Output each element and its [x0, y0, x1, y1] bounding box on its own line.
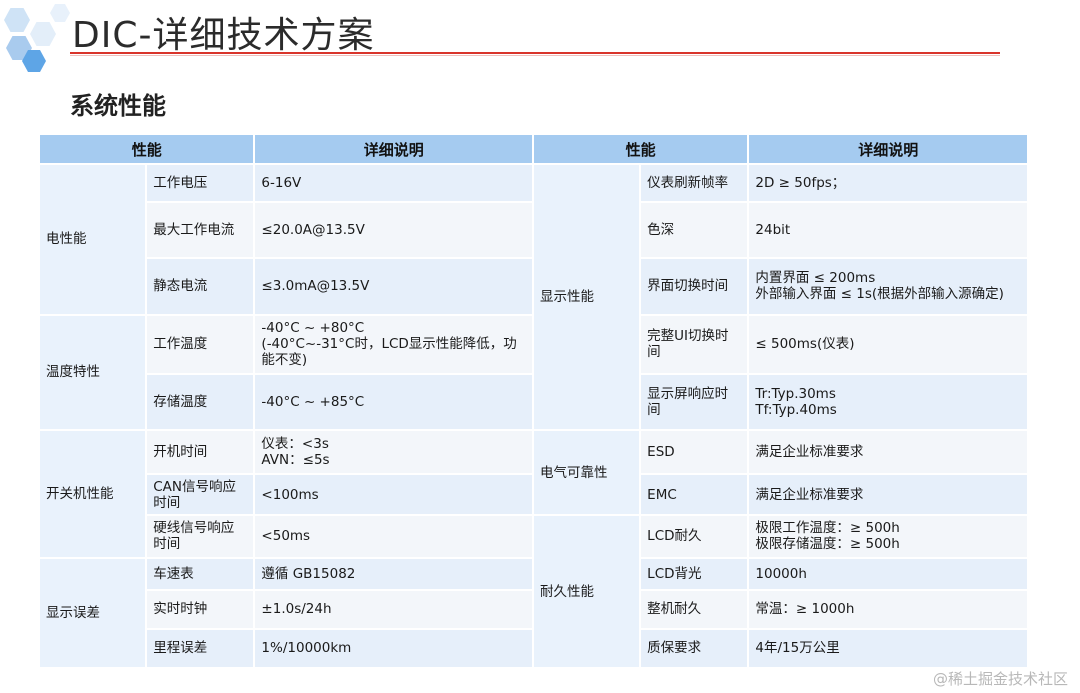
item-name-cell: ESD [641, 431, 748, 474]
item-desc-cell: -40°C ~ +80°C (-40°C~-31°C时，LCD显示性能降低，功能不… [255, 315, 532, 373]
category-cell: 电气可靠性 [533, 431, 640, 515]
item-name-cell: 静态电流 [147, 259, 254, 314]
item-desc-cell: -40°C ~ +85°C [255, 374, 532, 430]
section-title: 系统性能 [70, 92, 166, 120]
item-name-cell: 实时时钟 [147, 590, 254, 628]
header-detail-left: 详细说明 [255, 135, 532, 163]
item-name-cell: EMC [641, 475, 748, 515]
item-name-cell: 显示屏响应时间 [641, 374, 748, 430]
item-desc-cell: 极限工作温度：≥ 500h 极限存储温度：≥ 500h [749, 516, 1027, 557]
item-desc-cell: ≤20.0A@13.5V [255, 203, 532, 258]
item-name-cell: 质保要求 [641, 629, 748, 667]
item-name-cell: 车速表 [147, 558, 254, 589]
item-name-cell: 仪表刷新帧率 [641, 165, 748, 202]
item-name-cell: 开机时间 [147, 431, 254, 474]
item-desc-cell: 常温：≥ 1000h [749, 590, 1027, 628]
table-body: 电性能 工作电压 6-16V 显示性能 仪表刷新帧率 2D ≥ 50fps； 最大工作电流 ≤… [40, 165, 1027, 667]
header-performance-left: 性能 [40, 135, 254, 163]
item-name-cell: 工作温度 [147, 315, 254, 373]
item-desc-cell: 遵循 GB15082 [255, 558, 532, 589]
category-cell: 显示误差 [40, 558, 146, 667]
item-name-cell: 存储温度 [147, 374, 254, 430]
hexagon-decoration [4, 8, 30, 32]
category-cell: 耐久性能 [533, 516, 640, 667]
category-cell: 开关机性能 [40, 431, 146, 557]
item-desc-cell: Tr:Typ.30ms Tf:Typ.40ms [749, 374, 1027, 430]
hexagon-decoration [50, 4, 70, 22]
item-desc-cell: 满足企业标准要求 [749, 431, 1027, 474]
header-detail-right: 详细说明 [749, 135, 1027, 163]
item-desc-cell: ≤ 500ms(仪表) [749, 315, 1027, 373]
item-name-cell: LCD耐久 [641, 516, 748, 557]
category-cell: 温度特性 [40, 315, 146, 430]
item-desc-cell: 满足企业标准要求 [749, 475, 1027, 515]
item-desc-cell: 10000h [749, 558, 1027, 589]
table-row: 开关机性能 开机时间 仪表：<3s AVN：≤5s 电气可靠性 ESD 满足企业标准要求 [40, 431, 1027, 557]
item-name-cell: 工作电压 [147, 165, 254, 202]
item-desc-cell: 1%/10000km [255, 629, 532, 667]
item-desc-cell: ≤3.0mA@13.5V [255, 259, 532, 314]
header-performance-right: 性能 [533, 135, 748, 163]
item-name-cell: 界面切换时间 [641, 259, 748, 314]
category-cell: 电性能 [40, 165, 146, 314]
slide-title: DIC-详细技术方案 [72, 15, 375, 56]
item-name-cell: CAN信号响应 时间 [147, 475, 254, 515]
item-name-cell: 整机耐久 [641, 590, 748, 628]
category-cell: 显示性能 [533, 165, 640, 430]
item-name-cell: 硬线信号响应 时间 [147, 516, 254, 557]
item-name-cell: LCD背光 [641, 558, 748, 589]
item-desc-cell: 2D ≥ 50fps； [749, 165, 1027, 202]
item-desc-cell: 仪表：<3s AVN：≤5s [255, 431, 532, 474]
title-underline [70, 52, 1000, 54]
item-desc-cell: 24bit [749, 203, 1027, 258]
item-desc-cell: <100ms [255, 475, 532, 515]
item-name-cell: 里程误差 [147, 629, 254, 667]
table-header-row: 性能 详细说明 性能 详细说明 [40, 135, 1027, 163]
item-desc-cell: ±1.0s/24h [255, 590, 532, 628]
item-desc-cell: <50ms [255, 516, 532, 557]
table-row: 电性能 工作电压 6-16V 显示性能 仪表刷新帧率 2D ≥ 50fps； [40, 165, 1027, 430]
item-name-cell: 最大工作电流 [147, 203, 254, 258]
item-name-cell: 色深 [641, 203, 748, 258]
watermark: @稀土掘金技术社区 [932, 670, 1068, 688]
item-desc-cell: 4年/15万公里 [749, 629, 1027, 667]
table-row: 硬线信号响应 时间 <50ms 耐久性能 LCD耐久 极限工作温度：≥ 500h 极限存储温… [40, 516, 1027, 667]
title-underline-shadow [70, 55, 1000, 56]
spec-table: 性能 详细说明 性能 详细说明 电性能 工作电压 6-16V 显示性能 仪表刷新帧率 2D… [38, 133, 1029, 669]
item-desc-cell: 内置界面 ≤ 200ms 外部输入界面 ≤ 1s(根据外部输入源确定) [749, 259, 1027, 314]
item-name-cell: 完整UI切换时间 [641, 315, 748, 373]
item-desc-cell: 6-16V [255, 165, 532, 202]
hexagon-decoration [30, 22, 56, 46]
